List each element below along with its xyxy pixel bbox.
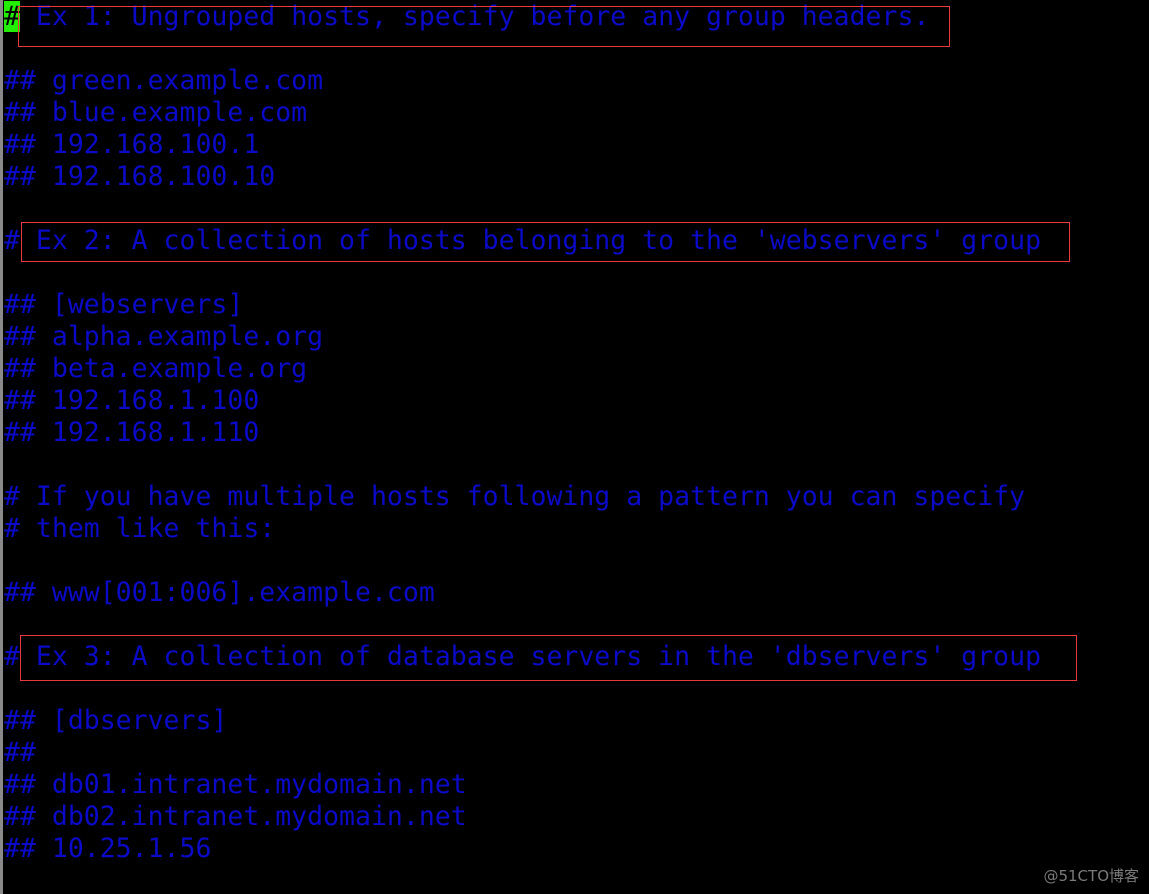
editor-line-26[interactable]: ## db02.intranet.mydomain.net bbox=[4, 801, 1041, 833]
editor-line-3[interactable]: ## green.example.com bbox=[4, 65, 1041, 97]
editor-line-6[interactable]: ## 192.168.100.10 bbox=[4, 161, 1041, 193]
window-left-border bbox=[0, 0, 3, 894]
watermark: @51CTO博客 bbox=[1043, 867, 1139, 885]
editor-line-13[interactable]: ## 192.168.1.100 bbox=[4, 385, 1041, 417]
editor-line-23[interactable]: ## [dbservers] bbox=[4, 705, 1041, 737]
editor-line-25[interactable]: ## db01.intranet.mydomain.net bbox=[4, 769, 1041, 801]
editor-line-7[interactable] bbox=[4, 193, 1041, 225]
editor-line-17[interactable]: # them like this: bbox=[4, 513, 1041, 545]
editor-line-14[interactable]: ## 192.168.1.110 bbox=[4, 417, 1041, 449]
editor-line-15[interactable] bbox=[4, 449, 1041, 481]
editor-line-22[interactable] bbox=[4, 673, 1041, 705]
editor-line-8[interactable]: # Ex 2: A collection of hosts belonging … bbox=[4, 225, 1041, 257]
editor-line-27[interactable]: ## 10.25.1.56 bbox=[4, 833, 1041, 865]
editor-line-18[interactable] bbox=[4, 545, 1041, 577]
editor-line-10[interactable]: ## [webservers] bbox=[4, 289, 1041, 321]
text-editor[interactable]: # Ex 1: Ungrouped hosts, specify before … bbox=[4, 1, 1041, 865]
editor-line-11[interactable]: ## alpha.example.org bbox=[4, 321, 1041, 353]
editor-line-12[interactable]: ## beta.example.org bbox=[4, 353, 1041, 385]
editor-line-2[interactable] bbox=[4, 33, 1041, 65]
editor-line-4[interactable]: ## blue.example.com bbox=[4, 97, 1041, 129]
editor-line-16[interactable]: # If you have multiple hosts following a… bbox=[4, 481, 1041, 513]
editor-line-20[interactable] bbox=[4, 609, 1041, 641]
editor-line-19[interactable]: ## www[001:006].example.com bbox=[4, 577, 1041, 609]
editor-line-24[interactable]: ## bbox=[4, 737, 1041, 769]
editor-line-9[interactable] bbox=[4, 257, 1041, 289]
editor-line-1[interactable]: # Ex 1: Ungrouped hosts, specify before … bbox=[4, 1, 1041, 33]
editor-line-21[interactable]: # Ex 3: A collection of database servers… bbox=[4, 641, 1041, 673]
text-cursor: # bbox=[4, 1, 20, 32]
line-text: Ex 1: Ungrouped hosts, specify before an… bbox=[19, 1, 930, 32]
editor-line-5[interactable]: ## 192.168.100.1 bbox=[4, 129, 1041, 161]
